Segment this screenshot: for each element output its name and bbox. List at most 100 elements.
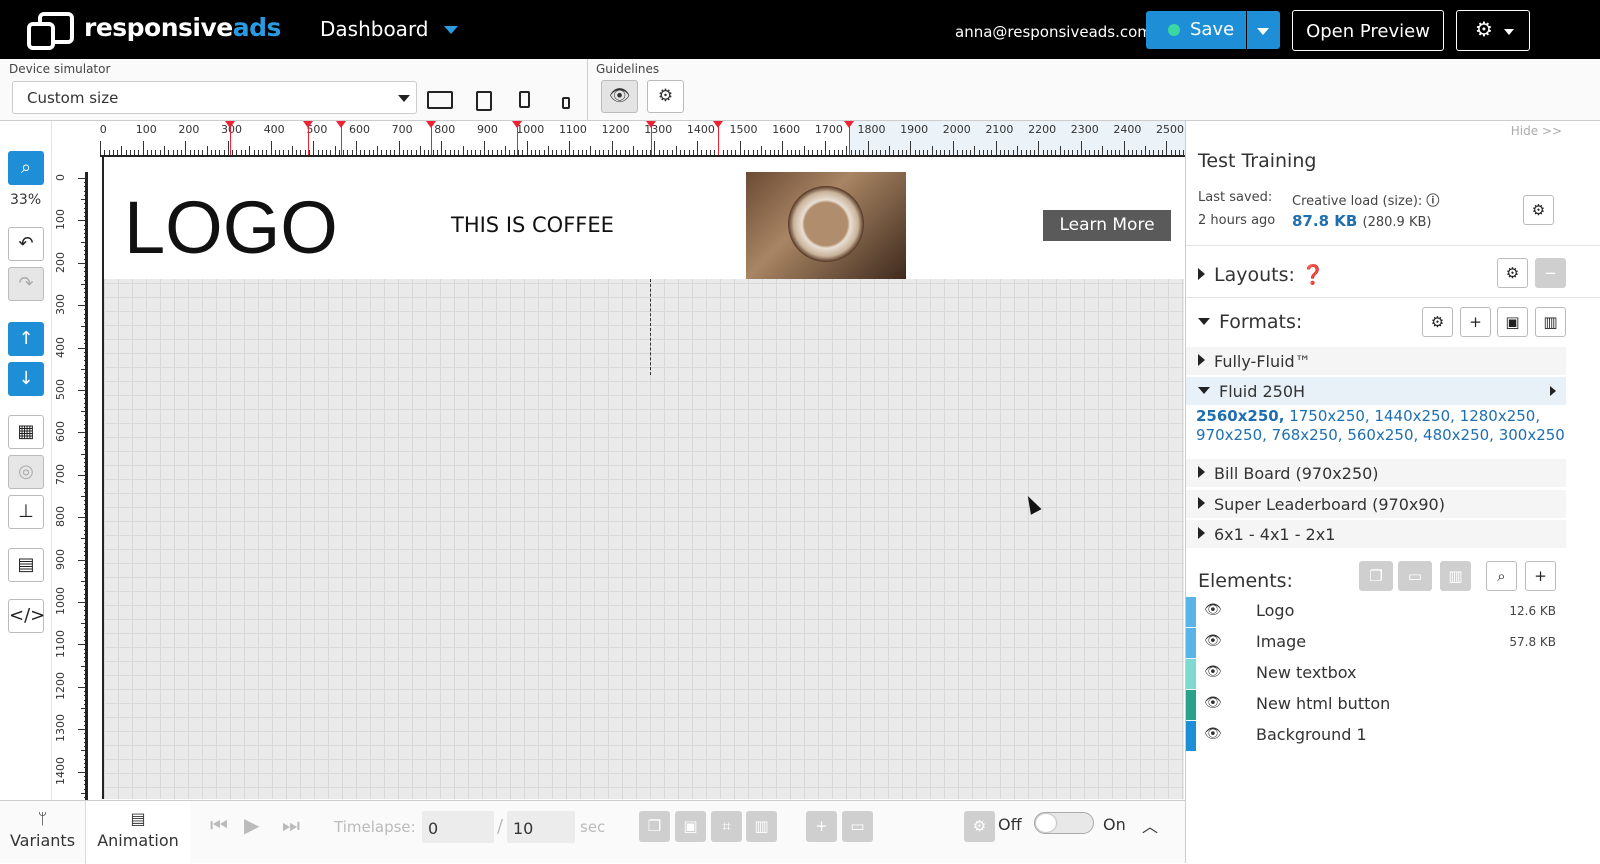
ruler-tick [577,150,579,155]
dashboard-menu[interactable]: Dashboard [320,17,429,41]
formats-delete-button[interactable]: ▥ [1535,307,1566,337]
ruler-tick [680,150,682,155]
element-row[interactable]: 👁 Image 57.8 KB [1186,628,1566,658]
animation-tab[interactable]: ▤ Animation [86,801,190,864]
animation-settings-button[interactable]: ⚙ [964,811,995,842]
move-down-button[interactable]: ↓ [8,362,44,396]
delete-element-button[interactable]: ▥ [1440,561,1471,591]
settings-menu-button[interactable]: ⚙ [1456,10,1530,51]
element-row[interactable]: 👁 New html button [1186,690,1566,720]
play-icon[interactable]: ▶ [244,813,259,837]
tablet-icon[interactable] [476,91,492,111]
add-element-button[interactable]: + [1525,561,1556,591]
ruler-tick [616,150,618,155]
caret-right-icon [1198,466,1205,478]
guidelines-settings-button[interactable]: ⚙ [647,80,684,113]
phone-icon[interactable] [519,91,530,108]
format-item[interactable]: Super Leaderboard (970x90) [1186,490,1566,518]
redo-button[interactable]: ↷ [8,267,44,301]
save-button[interactable]: Save [1146,11,1246,49]
user-email[interactable]: anna@responsiveads.com [955,23,1152,41]
variants-tab[interactable]: ᛘ Variants [0,801,86,864]
chevron-up-icon[interactable]: ︿ [1142,813,1158,837]
selected-size[interactable]: 2560x250, [1196,407,1284,425]
ruler-tick [535,150,537,155]
undo-button[interactable]: ↶ [8,227,44,261]
copy-keyframe-button[interactable]: ❐ [639,811,670,842]
help-icon[interactable]: ❓ [1301,264,1325,286]
zoom-button[interactable]: ⌕ [8,151,44,185]
eye-icon[interactable]: 👁 [1204,633,1222,649]
format-item[interactable]: 6x1 - 4x1 - 2x1 [1186,520,1566,548]
save-dropdown-button[interactable] [1247,11,1280,49]
guide-line[interactable] [650,279,651,375]
html5-button[interactable]: ▤ [8,548,44,582]
group-element-button[interactable]: ▭ [1398,561,1432,591]
banner-cta-button[interactable]: Learn More [1043,210,1171,241]
banner-headline[interactable]: THIS IS COFFEE [451,213,614,237]
save-keyframe-button[interactable]: ▭ [842,811,873,842]
hierarchy-button[interactable]: ⊥ [8,495,44,529]
time-current-input[interactable]: 0 [422,811,494,843]
eye-icon[interactable]: 👁 [1204,602,1222,618]
redo-icon: ↷ [18,273,34,294]
creative-settings-button[interactable]: ⚙ [1523,195,1554,225]
formats-header[interactable]: Formats: [1198,311,1302,333]
banner-logo[interactable]: LOGO [124,185,338,270]
open-preview-button[interactable]: Open Preview [1292,10,1444,51]
ruler-tick [419,146,421,155]
ruler-tick [1119,150,1121,155]
chevron-down-icon[interactable] [444,26,458,34]
ruler-tick [603,150,605,155]
format-item[interactable]: Bill Board (970x250) [1186,459,1566,487]
delete-keyframe-button[interactable]: ▥ [746,811,777,842]
eye-icon[interactable]: 👁 [1204,664,1222,680]
animation-toggle[interactable] [1034,812,1094,834]
layouts-header[interactable]: Layouts: ❓ [1198,263,1325,286]
element-row[interactable]: 👁 New textbox [1186,659,1566,689]
left-toolbar: ⌕ 33% ↶ ↷ ↑ ↓ ▦ ◎ ⊥ ▤ </> [0,121,52,801]
format-item[interactable]: Fully-Fluid™ [1186,347,1566,375]
ruler-tick [287,150,289,155]
small-phone-icon[interactable] [562,97,570,109]
skip-forward-icon[interactable]: ⏭ [282,813,300,837]
layouts-remove-button[interactable]: − [1535,258,1566,288]
layouts-settings-button[interactable]: ⚙ [1497,258,1528,288]
grid-button[interactable]: ▦ [8,415,44,449]
skip-back-icon[interactable]: ⏮ [210,813,228,837]
ruler-tick [931,146,933,155]
banner-preview[interactable]: LOGO THIS IS COFFEE Learn More [104,157,1186,279]
ruler-tick [731,150,733,155]
crop-button[interactable]: ⌗ [711,811,742,842]
guidelines-visibility-button[interactable]: 👁 [601,80,638,113]
eye-icon[interactable]: 👁 [1204,695,1222,711]
duplicate-element-button[interactable]: ❐ [1359,561,1393,591]
caret-right-icon[interactable] [1550,386,1556,396]
ruler-tick [697,141,699,155]
banner-coffee-image[interactable] [746,172,906,279]
code-button[interactable]: </> [8,599,45,633]
info-icon[interactable]: ⓘ [1426,194,1439,209]
paste-keyframe-button[interactable]: ▣ [675,811,706,842]
ruler-tick [940,150,942,155]
device-select[interactable]: Custom size [12,81,417,114]
eye-icon[interactable]: 👁 [1204,726,1222,742]
time-total-input[interactable]: 10 [507,811,575,843]
hide-panel-link[interactable]: Hide >> [1511,124,1562,138]
element-row[interactable]: 👁 Logo 12.6 KB [1186,597,1566,627]
formats-settings-button[interactable]: ⚙ [1422,307,1453,337]
add-keyframe-button[interactable]: + [806,811,837,842]
desktop-icon[interactable] [427,91,453,109]
format-sizes[interactable]: 2560x250, 1750x250, 1440x250, 1280x250, … [1196,407,1566,445]
format-item[interactable]: Fluid 250H [1186,377,1566,405]
design-canvas[interactable]: LOGO THIS IS COFFEE Learn More [102,157,1186,799]
move-up-button[interactable]: ↑ [8,322,44,356]
element-row[interactable]: 👁 Background 1 [1186,721,1566,751]
ruler-tick [291,146,293,155]
formats-add-button[interactable]: + [1460,307,1491,337]
ruler-tick [569,141,571,155]
search-element-button[interactable]: ⌕ [1486,561,1517,591]
formats-save-button[interactable]: ▣ [1497,307,1528,337]
snapshot-button[interactable]: ◎ [8,455,44,489]
ruler-tick [624,150,626,155]
